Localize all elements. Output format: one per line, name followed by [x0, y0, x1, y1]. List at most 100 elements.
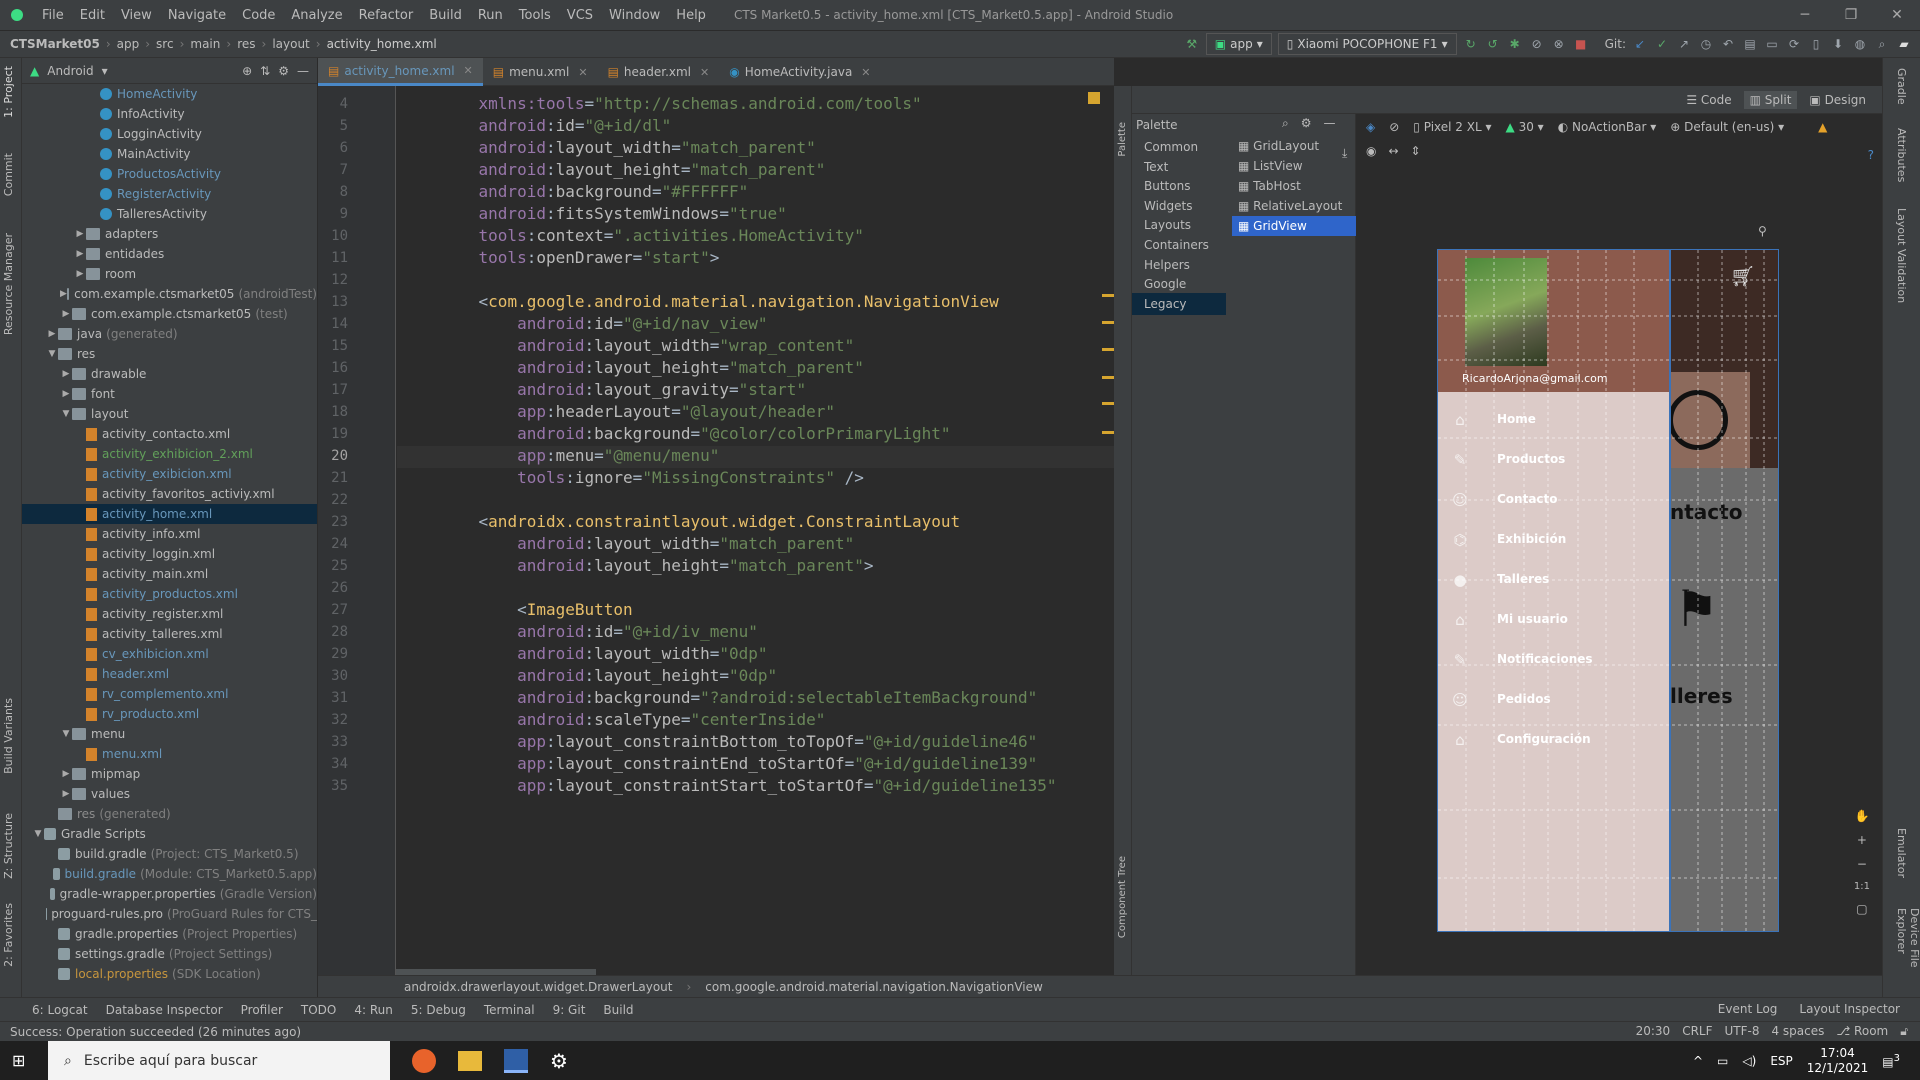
menu-vcs[interactable]: VCS	[559, 8, 601, 23]
design-mode-button[interactable]: ▣ Design	[1809, 93, 1866, 107]
chevron-down-icon[interactable]: ▼	[32, 829, 44, 839]
settings-icon[interactable]: ⚙	[550, 1049, 568, 1073]
palette-item[interactable]: ▦ GridView	[1232, 216, 1356, 236]
chevron-right-icon[interactable]: ▶	[60, 289, 67, 299]
maximize-icon[interactable]: ❐	[1828, 0, 1874, 30]
tree-item[interactable]: InfoActivity	[22, 104, 317, 124]
tree-item[interactable]: ▼ layout	[22, 404, 317, 424]
blueprint-icon[interactable]: ⊘	[1389, 120, 1399, 134]
tree-item[interactable]: activity_contacto.xml	[22, 424, 317, 444]
run-config-select[interactable]: ▣ app ▾	[1205, 33, 1272, 55]
tree-item[interactable]: ▶ room	[22, 264, 317, 284]
tool-window-button[interactable]: 6: Logcat	[32, 1003, 88, 1017]
locate-icon[interactable]: ⊕	[242, 64, 252, 78]
collapse-icon[interactable]: ⇅	[260, 64, 270, 78]
keyboard-language[interactable]: ESP	[1770, 1054, 1792, 1068]
tree-item[interactable]: cv_exhibicion.xml	[22, 644, 317, 664]
drawer-menu-item[interactable]: ⌂ Home	[1438, 400, 1670, 440]
tree-item[interactable]: ▶ values	[22, 784, 317, 804]
tree-item[interactable]: ProductosActivity	[22, 164, 317, 184]
device-manager-icon[interactable]: ▯	[1808, 36, 1824, 52]
chevron-down-icon[interactable]: ▼	[60, 409, 72, 419]
chevron-right-icon[interactable]: ▶	[74, 229, 86, 239]
breadcrumb-item[interactable]: layout	[272, 37, 309, 51]
breadcrumb-item[interactable]: main	[190, 37, 220, 51]
tree-item[interactable]: rv_producto.xml	[22, 704, 317, 724]
search-icon[interactable]: ⌕	[1874, 36, 1890, 52]
chevron-right-icon[interactable]: ▶	[60, 309, 72, 319]
code-mode-button[interactable]: ☰ Code	[1686, 93, 1731, 107]
menu-analyze[interactable]: Analyze	[283, 8, 350, 23]
tree-item[interactable]: activity_talleres.xml	[22, 624, 317, 644]
resource-manager-tool-tab[interactable]: Resource Manager	[2, 233, 15, 335]
vertical-arrows-icon[interactable]: ⇕	[1411, 144, 1421, 158]
layout-validation-tool-tab[interactable]: Layout Validation	[1895, 208, 1908, 303]
tree-item[interactable]: ▶ font	[22, 384, 317, 404]
tree-item[interactable]: gradle-wrapper.properties (Gradle Version…	[22, 884, 317, 904]
close-tab-icon[interactable]: ✕	[464, 64, 473, 77]
close-icon[interactable]: ✕	[1874, 0, 1920, 30]
rollback-icon[interactable]: ↶	[1720, 36, 1736, 52]
menu-run[interactable]: Run	[470, 8, 511, 23]
tree-item[interactable]: ▶ com.example.ctsmarket05 (androidTest)	[22, 284, 317, 304]
tool-window-button[interactable]: TODO	[301, 1003, 336, 1017]
eye-icon[interactable]: ◉	[1366, 144, 1376, 158]
device-select[interactable]: ▯ Pixel 2 XL ▾	[1413, 120, 1491, 134]
breadcrumb-item[interactable]: app	[117, 37, 140, 51]
chevron-right-icon[interactable]: ▶	[60, 369, 72, 379]
project-view-select[interactable]: Android	[47, 64, 93, 78]
chevron-down-icon[interactable]: ▾	[102, 64, 108, 78]
chevron-right-icon[interactable]: ▶	[60, 389, 72, 399]
drawer-menu-item[interactable]: ⌂ Mi usuario	[1438, 600, 1670, 640]
palette-item[interactable]: ▦ GridLayout	[1232, 136, 1356, 156]
sdk-manager-icon[interactable]: ⬇	[1830, 36, 1846, 52]
attributes-tool-tab[interactable]: Attributes	[1895, 128, 1908, 182]
file-explorer-icon[interactable]	[458, 1050, 482, 1071]
tree-item[interactable]: ▶ mipmap	[22, 764, 317, 784]
sync-icon[interactable]: ⟳	[1786, 36, 1802, 52]
tree-item[interactable]: rv_complemento.xml	[22, 684, 317, 704]
project-structure-icon[interactable]: ▤	[1742, 36, 1758, 52]
git-push-icon[interactable]: ↗	[1676, 36, 1692, 52]
editor-tab[interactable]: ◉ HomeActivity.java ✕	[719, 58, 880, 86]
editor-tab[interactable]: ▤ header.xml ✕	[598, 58, 720, 86]
debug-icon[interactable]: ✱	[1507, 36, 1523, 52]
menu-refactor[interactable]: Refactor	[351, 8, 422, 23]
breadcrumb-item[interactable]: CTSMarket05	[10, 37, 100, 51]
tool-window-button[interactable]: Build	[603, 1003, 633, 1017]
locale-select[interactable]: ⊕ Default (en-us) ▾	[1670, 120, 1784, 134]
build-variants-tool-tab[interactable]: Build Variants	[2, 698, 15, 774]
tree-item[interactable]: ▶ adapters	[22, 224, 317, 244]
menu-navigate[interactable]: Navigate	[160, 8, 234, 23]
tree-item[interactable]: ▶ entidades	[22, 244, 317, 264]
tree-item[interactable]: res (generated)	[22, 804, 317, 824]
palette-category[interactable]: Legacy	[1132, 292, 1226, 315]
chevron-right-icon[interactable]: ▶	[74, 269, 86, 279]
tree-item[interactable]: MainActivity	[22, 144, 317, 164]
palette-item[interactable]: ▦ TabHost	[1232, 176, 1356, 196]
theme-select[interactable]: ◐ NoActionBar ▾	[1558, 120, 1657, 134]
apply-changes-icon[interactable]: ↺	[1485, 36, 1501, 52]
breadcrumb-item[interactable]: res	[237, 37, 255, 51]
component-tree-tab[interactable]: Component Tree	[1117, 856, 1128, 938]
favorites-tool-tab[interactable]: 2: Favorites	[2, 903, 15, 967]
volume-icon[interactable]: ◁)	[1742, 1054, 1756, 1068]
tree-item[interactable]: build.gradle (Module: CTS_Market0.5.app)	[22, 864, 317, 884]
line-separator[interactable]: CRLF	[1682, 1024, 1712, 1039]
tree-item[interactable]: activity_loggin.xml	[22, 544, 317, 564]
menu-code[interactable]: Code	[234, 8, 283, 23]
hide-icon[interactable]: —	[1324, 116, 1336, 131]
crumb-navigation-view[interactable]: com.google.android.material.navigation.N…	[705, 980, 1043, 994]
tool-window-button[interactable]: Profiler	[241, 1003, 283, 1017]
tree-item[interactable]: activity_main.xml	[22, 564, 317, 584]
stop-icon[interactable]: ■	[1573, 36, 1589, 52]
close-tab-icon[interactable]: ✕	[578, 66, 587, 79]
git-branch[interactable]: ⎇ Room	[1836, 1024, 1888, 1039]
gear-icon[interactable]: ⚙	[278, 64, 289, 78]
tree-item[interactable]: ▼ menu	[22, 724, 317, 744]
tree-item[interactable]: activity_exhibicion_2.xml	[22, 444, 317, 464]
hammer-icon[interactable]: ⚒	[1184, 36, 1200, 52]
emulator-tool-tab[interactable]: Emulator	[1895, 828, 1908, 878]
download-icon[interactable]: ⤓	[1342, 146, 1347, 161]
caret-position[interactable]: 20:30	[1636, 1024, 1671, 1039]
